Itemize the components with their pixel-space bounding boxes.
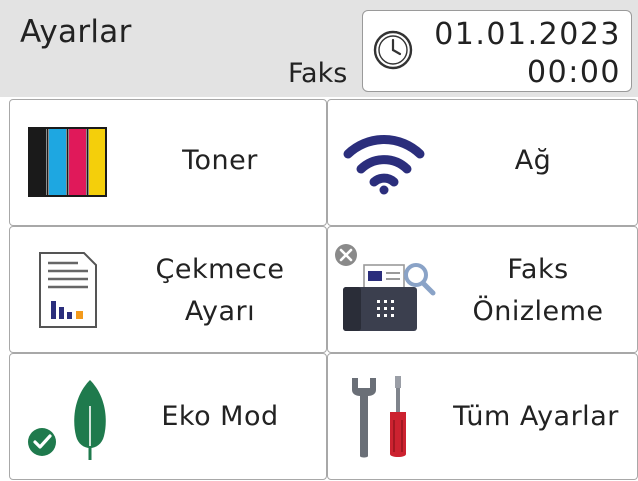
tray-settings-label-line2: Ayarı [184,296,256,327]
clock-icon [373,30,413,70]
tray-settings-icon [39,252,97,328]
toner-tile[interactable]: Toner [9,99,327,226]
eco-mode-tile[interactable]: Eko Mod [9,353,327,480]
toner-cartridges-icon [28,127,107,197]
network-tile[interactable]: Ağ [327,99,638,226]
all-settings-tile[interactable]: Tüm Ayarlar [327,353,638,480]
mode-label: Faks [288,58,348,89]
fax-preview-label-line2: Önizleme [472,296,604,327]
date-text: 01.01.2023 [434,17,621,52]
date-time-button[interactable]: 01.01.2023 00:00 [362,10,632,92]
fax-preview-icon [335,244,436,331]
wifi-icon [343,135,425,195]
fax-preview-tile[interactable]: Faks Önizleme [327,226,638,353]
tools-icon [352,376,406,458]
network-label: Ağ [514,145,552,176]
eco-mode-label: Eko Mod [161,401,279,432]
header-bar: Ayarlar Faks 01.01.2023 00:00 [0,0,638,97]
toner-label: Toner [182,145,258,176]
tray-settings-tile[interactable]: Çekmece Ayarı [9,226,327,353]
all-settings-label: Tüm Ayarlar [453,401,619,432]
settings-grid: Toner Ağ Çekmece Ayarı Faks Önizleme Eko… [9,99,638,480]
fax-preview-label-line1: Faks [507,254,569,285]
time-text: 00:00 [527,55,621,90]
page-title: Ayarlar [20,14,132,50]
eco-leaf-icon [28,380,106,460]
tray-settings-label-line1: Çekmece [155,254,285,285]
